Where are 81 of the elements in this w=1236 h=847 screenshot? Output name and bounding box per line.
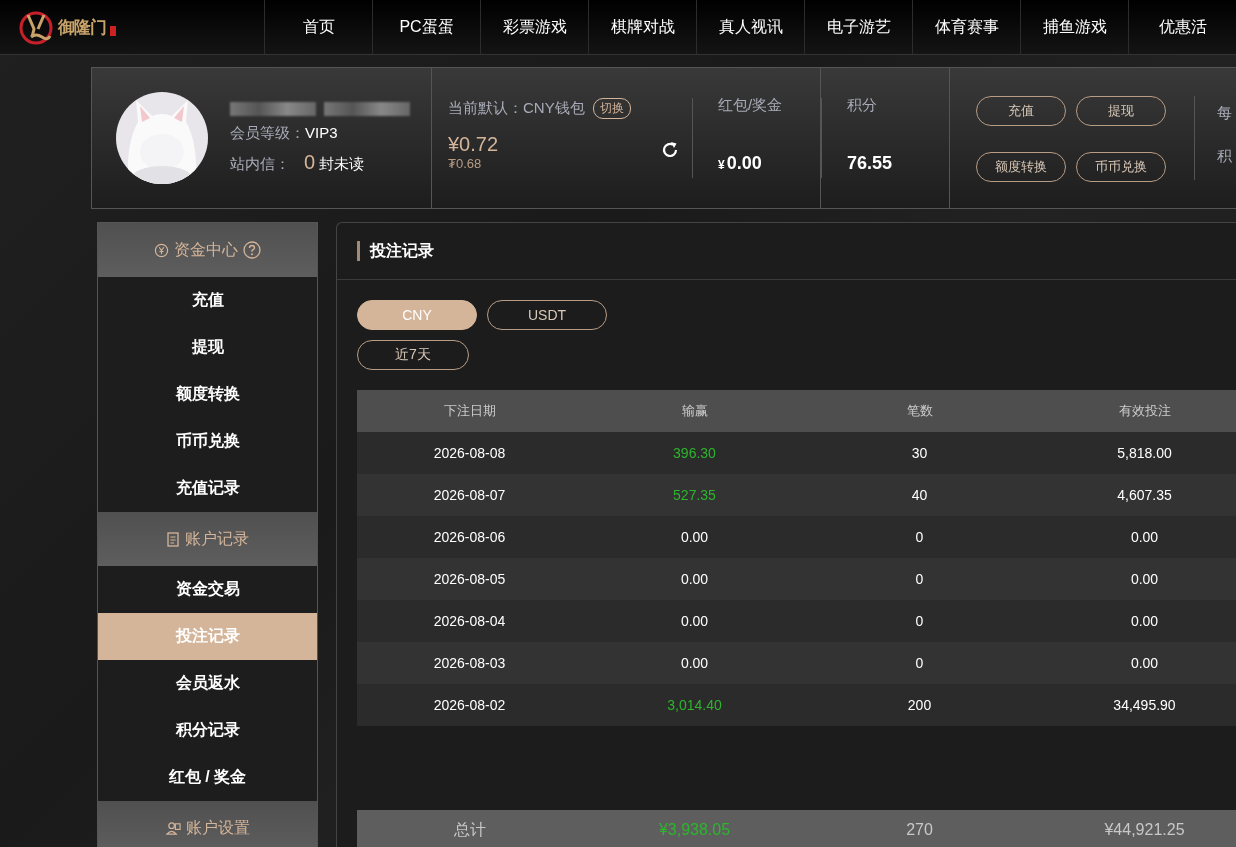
- column-header: 输赢: [582, 390, 807, 432]
- sidebar-item[interactable]: 币币兑换: [98, 418, 317, 465]
- table-cell: 0.00: [1032, 642, 1236, 684]
- table-cell: 2026-08-03: [357, 642, 582, 684]
- table-cell: 0.00: [582, 516, 807, 558]
- nav-link[interactable]: 彩票游戏: [480, 0, 588, 54]
- mail-label: 站内信：: [230, 155, 290, 174]
- unread-count: 0: [304, 151, 316, 174]
- table-cell: 0.00: [582, 642, 807, 684]
- vip-level: VIP3: [305, 124, 338, 141]
- refresh-icon[interactable]: [660, 140, 680, 160]
- sidebar-item[interactable]: 提现: [98, 324, 317, 371]
- nav-link[interactable]: 真人视讯: [696, 0, 804, 54]
- document-icon: [166, 531, 180, 547]
- sidebar-item[interactable]: 会员返水: [98, 660, 317, 707]
- section-title: 账户记录: [184, 528, 249, 549]
- switch-button[interactable]: 切换: [592, 98, 631, 119]
- table-cell: 0: [807, 642, 1032, 684]
- table-cell: 0.00: [1032, 558, 1236, 600]
- wallet-label: 当前默认：CNY钱包: [448, 99, 585, 118]
- table-cell: 2026-08-04: [357, 600, 582, 642]
- sidebar-item[interactable]: 额度转换: [98, 371, 317, 418]
- table-cell: 3,014.40: [582, 684, 807, 726]
- table-cell: 4,607.35: [1032, 474, 1236, 516]
- logo-text: 御隆门: [58, 16, 106, 39]
- nav-link[interactable]: 棋牌对战: [588, 0, 696, 54]
- table-cell: 0: [807, 600, 1032, 642]
- unread-label: 封未读: [319, 155, 365, 174]
- section-title: 资金中心: [174, 239, 238, 260]
- sidebar-item[interactable]: 充值: [98, 277, 317, 324]
- sidebar-item[interactable]: 积分记录: [98, 707, 317, 754]
- info-label: 积: [1217, 147, 1232, 166]
- table-cell: 200: [807, 684, 1032, 726]
- nav-link[interactable]: 首页: [264, 0, 372, 54]
- table-cell: 0: [807, 558, 1032, 600]
- table-cell: 30: [807, 432, 1032, 474]
- table-cell: 0.00: [1032, 516, 1236, 558]
- user-icon: [165, 820, 181, 836]
- column-header: 有效投注: [1032, 390, 1236, 432]
- table-cell: 5,818.00: [1032, 432, 1236, 474]
- nav-link[interactable]: 体育赛事: [912, 0, 1020, 54]
- table-cell: 40: [807, 474, 1032, 516]
- total-cell: 270: [807, 810, 1032, 847]
- total-cell: ¥3,938.05: [582, 810, 807, 847]
- stat-value: 76.55: [847, 153, 894, 174]
- usdt-balance: ₮0.68: [448, 156, 482, 171]
- nav-link[interactable]: PC蛋蛋: [372, 0, 480, 54]
- sidebar-item[interactable]: 充值记录: [98, 465, 317, 512]
- table-cell: 0.00: [1032, 600, 1236, 642]
- column-header: 笔数: [807, 390, 1032, 432]
- table-cell: 2026-08-05: [357, 558, 582, 600]
- table-cell: 2026-08-07: [357, 474, 582, 516]
- table-cell: 0.00: [582, 600, 807, 642]
- nav-link[interactable]: 优惠活: [1128, 0, 1236, 54]
- logo-seal-icon: [110, 26, 116, 36]
- yen-coin-icon: [154, 242, 169, 258]
- total-cell: ¥44,921.25: [1032, 810, 1236, 847]
- section-title: 账户设置: [185, 817, 250, 838]
- stat-label: 红包/奖金: [718, 96, 784, 115]
- table-cell: 2026-08-08: [357, 432, 582, 474]
- nav-link[interactable]: 电子游艺: [804, 0, 912, 54]
- table-cell: 527.35: [582, 474, 807, 516]
- column-header: 下注日期: [357, 390, 582, 432]
- stat-value: ¥0.00: [718, 153, 763, 174]
- panel-title: 投注记录: [370, 240, 434, 261]
- table-cell: 34,495.90: [1032, 684, 1236, 726]
- table-cell: 0.00: [582, 558, 807, 600]
- table-cell: 396.30: [582, 432, 807, 474]
- sidebar-item[interactable]: 资金交易: [98, 566, 317, 613]
- stat-label: 积分: [847, 96, 878, 115]
- table-cell: 2026-08-02: [357, 684, 582, 726]
- help-icon[interactable]: [243, 241, 261, 259]
- table-cell: 0: [807, 516, 1032, 558]
- nav-link[interactable]: 捕鱼游戏: [1020, 0, 1128, 54]
- total-label: 总计: [357, 810, 582, 847]
- wallet-balance: ¥0.72: [448, 133, 499, 156]
- logo-emblem-icon: [18, 9, 54, 45]
- sidebar-item[interactable]: 红包 / 奖金: [98, 754, 317, 801]
- info-label: 每: [1217, 104, 1232, 123]
- table-cell: 2026-08-06: [357, 516, 582, 558]
- vip-label: 会员等级：: [230, 124, 305, 141]
